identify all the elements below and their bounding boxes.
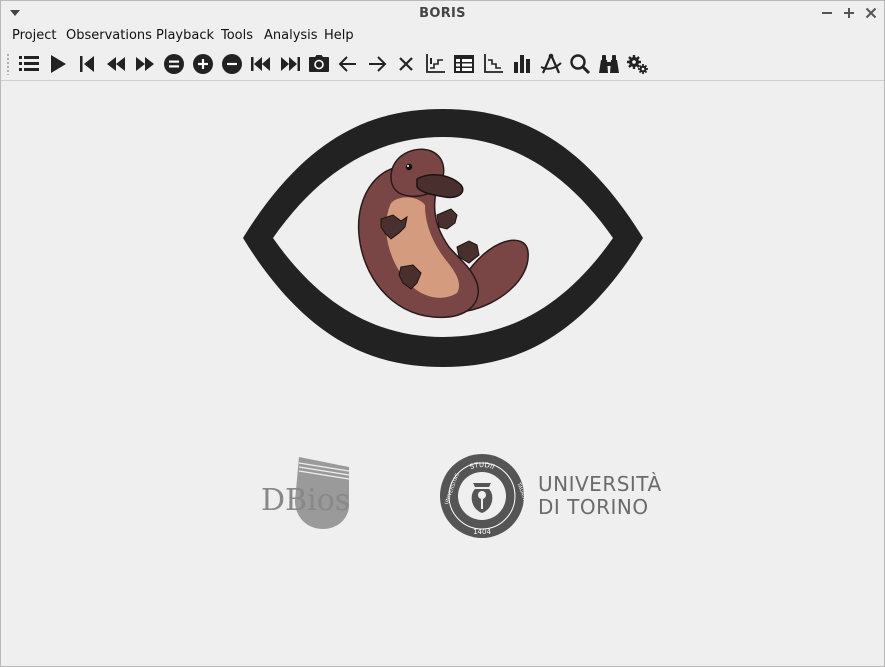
seal-year-text: 1404 bbox=[473, 528, 491, 536]
plot-events-icon[interactable] bbox=[423, 52, 447, 76]
play-icon[interactable] bbox=[46, 52, 70, 76]
main-window: BORIS Project Observations Playback Tool… bbox=[0, 0, 885, 667]
unito-line1: UNIVERSITÀ bbox=[538, 472, 662, 496]
unito-seal-logo: STUDII UNIVERSITAS TAURINENSIS 1404 bbox=[440, 454, 525, 538]
compass-icon[interactable] bbox=[539, 52, 563, 76]
table-icon[interactable] bbox=[452, 52, 476, 76]
rewind-icon[interactable] bbox=[104, 52, 128, 76]
maximize-icon[interactable] bbox=[840, 4, 858, 22]
title-bar: BORIS bbox=[1, 1, 884, 25]
equal-circle-icon[interactable] bbox=[162, 52, 186, 76]
search-icon[interactable] bbox=[568, 52, 592, 76]
bar-chart-icon[interactable] bbox=[510, 52, 534, 76]
dbios-logo: DBios bbox=[261, 457, 350, 529]
minimize-icon[interactable] bbox=[818, 4, 836, 22]
plot-steps-icon[interactable] bbox=[481, 52, 505, 76]
unito-line2: DI TORINO bbox=[538, 495, 649, 519]
close-icon[interactable] bbox=[394, 52, 418, 76]
boris-eye-logo bbox=[243, 109, 643, 367]
list-icon[interactable] bbox=[17, 52, 41, 76]
toolbar-grip[interactable] bbox=[6, 53, 10, 75]
gears-icon[interactable] bbox=[626, 52, 650, 76]
menu-project[interactable]: Project bbox=[10, 27, 58, 44]
menu-playback[interactable]: Playback bbox=[154, 27, 216, 44]
arrow-right-icon[interactable] bbox=[365, 52, 389, 76]
menu-analysis[interactable]: Analysis bbox=[262, 27, 320, 44]
close-window-icon[interactable] bbox=[862, 4, 880, 22]
arrow-left-icon[interactable] bbox=[336, 52, 360, 76]
minus-circle-icon[interactable] bbox=[220, 52, 244, 76]
plus-circle-icon[interactable] bbox=[191, 52, 215, 76]
skip-next-icon[interactable] bbox=[278, 52, 302, 76]
fast-forward-icon[interactable] bbox=[133, 52, 157, 76]
skip-back-icon[interactable] bbox=[75, 52, 99, 76]
skip-previous-icon[interactable] bbox=[249, 52, 273, 76]
dbios-text: DBios bbox=[261, 483, 350, 518]
menu-observations[interactable]: Observations bbox=[64, 27, 154, 44]
toolbar bbox=[1, 47, 884, 81]
menu-tools[interactable]: Tools bbox=[219, 27, 255, 44]
unito-wordmark: UNIVERSITÀ DI TORINO bbox=[538, 473, 662, 519]
menu-bar: Project Observations Playback Tools Anal… bbox=[1, 25, 884, 47]
camera-icon[interactable] bbox=[307, 52, 331, 76]
window-title: BORIS bbox=[419, 6, 466, 21]
menu-help[interactable]: Help bbox=[322, 27, 356, 44]
binoculars-icon[interactable] bbox=[597, 52, 621, 76]
